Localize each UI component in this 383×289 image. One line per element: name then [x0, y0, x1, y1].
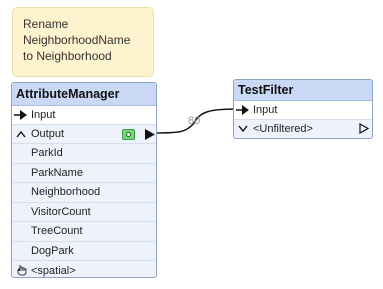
- unfiltered-port[interactable]: <Unfiltered>: [234, 120, 372, 138]
- output-port-label: Output: [31, 128, 65, 140]
- attribute-row: ParkId: [12, 144, 156, 164]
- testfilter-transformer[interactable]: TestFilter Input <Unfiltered>: [233, 79, 373, 139]
- input-arrow-icon: [236, 105, 249, 115]
- output-port[interactable]: Output: [12, 125, 156, 144]
- attribute-row: Neighborhood: [12, 183, 156, 203]
- transformer-title[interactable]: AttributeManager: [12, 83, 156, 106]
- attribute-row: VisitorCount: [12, 203, 156, 222]
- attribute-row: DogPark: [12, 242, 156, 261]
- input-port-label: Input: [31, 109, 56, 121]
- attribute-name: DogPark: [31, 244, 74, 257]
- attribute-name: TreeCount: [31, 225, 83, 238]
- output-arrow-icon[interactable]: [145, 129, 155, 140]
- attribute-name: Neighborhood: [31, 186, 101, 199]
- attribute-name: VisitorCount: [31, 205, 91, 218]
- attributemanager-transformer[interactable]: AttributeManager Input Output ParkId Par…: [11, 82, 157, 278]
- hand-pointer-icon: [17, 265, 27, 276]
- input-port-label: Input: [253, 104, 278, 116]
- input-port[interactable]: Input: [234, 101, 372, 120]
- expand-chevron-down-icon[interactable]: [238, 125, 248, 133]
- attribute-row: TreeCount: [12, 222, 156, 242]
- spatial-label: <spatial>: [31, 264, 76, 277]
- attribute-name: ParkName: [31, 166, 83, 179]
- attribute-row: ParkName: [12, 164, 156, 183]
- spatial-row[interactable]: <spatial>: [12, 261, 156, 277]
- feature-caching-eye-icon[interactable]: [122, 129, 135, 140]
- output-hollow-arrow-icon[interactable]: [359, 123, 369, 134]
- input-arrow-icon: [14, 110, 27, 120]
- input-port[interactable]: Input: [12, 106, 156, 125]
- transformer-title[interactable]: TestFilter: [234, 80, 372, 101]
- unfiltered-port-label: <Unfiltered>: [253, 123, 313, 135]
- feature-count-label[interactable]: 80: [188, 115, 200, 127]
- collapse-chevron-up-icon[interactable]: [16, 130, 26, 138]
- attribute-name: ParkId: [31, 147, 63, 160]
